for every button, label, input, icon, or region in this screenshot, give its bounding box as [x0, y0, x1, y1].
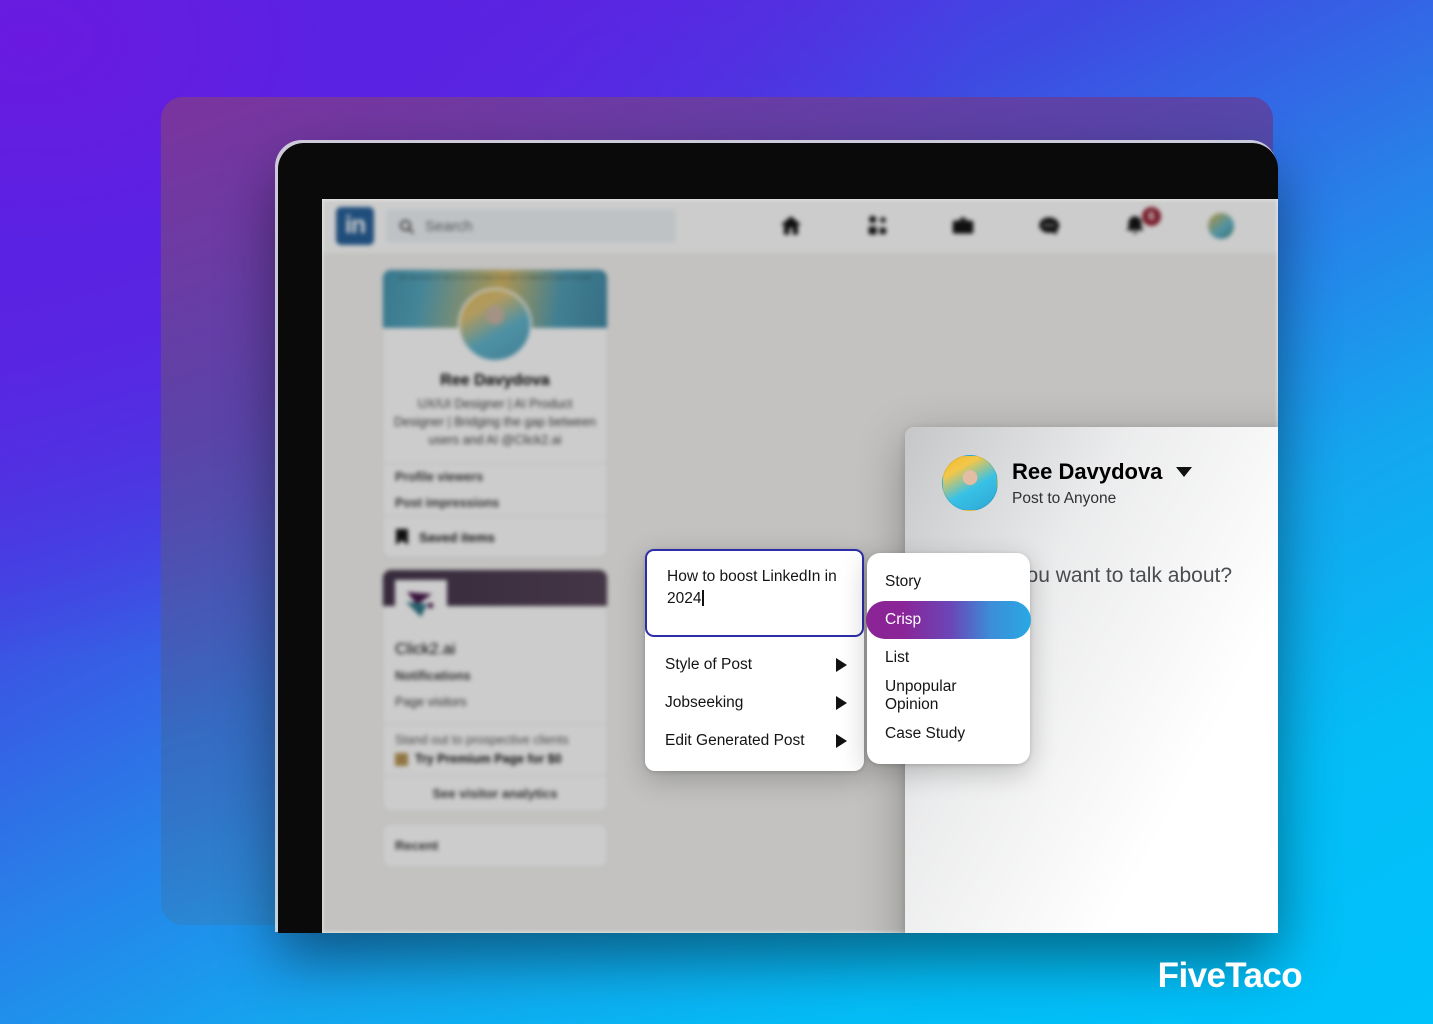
- style-of-post-submenu: Story Crisp List Unpopular Opinion Case …: [866, 553, 1031, 764]
- text-cursor: [702, 590, 704, 606]
- chevron-right-icon: [836, 696, 847, 710]
- submenu-item-label: Story: [885, 573, 922, 590]
- generator-menu-list: Style of Post Jobseeking Edit Generated …: [645, 637, 864, 771]
- home-icon: [780, 216, 802, 235]
- compose-author-row[interactable]: Ree Davydova: [1012, 458, 1193, 485]
- company-name: Click2.ai: [395, 641, 456, 659]
- recent-card: Recent: [382, 823, 608, 869]
- profile-card: THE PRESSURE OF ONE OF US IN ON ANALYTIC…: [382, 269, 608, 559]
- profile-headline: UX/UI Designer | AI Product Designer | B…: [394, 397, 596, 448]
- linkedin-logo-icon[interactable]: in: [336, 207, 374, 245]
- stat-post-impressions[interactable]: Post impressions: [383, 490, 607, 516]
- premium-badge-icon: [395, 752, 408, 766]
- compose-header: Ree Davydova Post to Anyone: [905, 427, 1278, 511]
- nav-home[interactable]: [778, 213, 804, 239]
- compose-audience[interactable]: Post to Anyone: [1012, 490, 1192, 508]
- company-visitors-row[interactable]: Page visitors: [395, 689, 595, 715]
- compose-author-name: Ree Davydova: [1012, 458, 1163, 484]
- menu-item-jobseeking[interactable]: Jobseeking: [645, 684, 864, 722]
- company-notifications-row[interactable]: Notifications: [395, 663, 595, 689]
- topic-input-value: How to boost LinkedIn in 2024: [667, 568, 837, 607]
- submenu-item-list[interactable]: List: [867, 639, 1030, 677]
- click2ai-logo-icon: [406, 592, 433, 618]
- stat-label: Profile viewers: [395, 470, 484, 485]
- submenu-item-label: List: [885, 649, 910, 666]
- compose-avatar[interactable]: [942, 455, 998, 511]
- search-placeholder: Search: [425, 217, 473, 235]
- premium-promo: Stand out to prospective clients Try Pre…: [383, 724, 607, 775]
- company-logo[interactable]: [395, 580, 447, 633]
- row-label: Notifications: [395, 669, 471, 684]
- search-input[interactable]: Search: [386, 209, 676, 243]
- messaging-icon: [1039, 217, 1060, 235]
- promo-cta-label: Try Premium Page for $0: [415, 752, 562, 767]
- topic-input[interactable]: How to boost LinkedIn in 2024: [645, 549, 864, 637]
- company-stats: Notifications Page visitors: [383, 659, 607, 723]
- row-label: Page visitors: [395, 695, 467, 710]
- promo-cta[interactable]: Try Premium Page for $0: [395, 752, 595, 766]
- menu-item-label: Edit Generated Post: [665, 732, 805, 749]
- linkedin-nav: 6: [778, 207, 1264, 239]
- linkedin-left-rail: THE PRESSURE OF ONE OF US IN ON ANALYTIC…: [382, 269, 608, 879]
- profile-name: Ree Davydova: [440, 372, 550, 389]
- nav-me[interactable]: [1208, 213, 1234, 239]
- submenu-item-label: Unpopular Opinion: [885, 678, 957, 713]
- submenu-item-case-study[interactable]: Case Study: [867, 715, 1030, 753]
- nav-notifications[interactable]: 6: [1122, 207, 1161, 239]
- submenu-item-story[interactable]: Story: [867, 563, 1030, 601]
- recent-label: Recent: [395, 838, 439, 854]
- nav-messaging[interactable]: [1036, 213, 1062, 239]
- search-icon: [399, 219, 414, 234]
- menu-item-edit-generated-post[interactable]: Edit Generated Post: [645, 722, 864, 760]
- nav-jobs[interactable]: [950, 213, 976, 239]
- menu-item-style-of-post[interactable]: Style of Post: [645, 646, 864, 684]
- laptop-frame: in Search 6 THE PRESSURE OF ONE OF US IN…: [278, 143, 1278, 933]
- nav-network[interactable]: [864, 213, 890, 239]
- fivetaco-watermark: FiveTaco: [1157, 956, 1303, 995]
- submenu-item-crisp[interactable]: Crisp: [866, 601, 1031, 639]
- submenu-item-label: Case Study: [885, 725, 966, 742]
- submenu-item-unpopular-opinion[interactable]: Unpopular Opinion: [867, 677, 1030, 715]
- submenu-item-label: Crisp: [885, 611, 922, 628]
- chevron-down-icon[interactable]: [1176, 466, 1193, 477]
- compose-identity: Ree Davydova Post to Anyone: [1012, 458, 1193, 508]
- promo-text: Stand out to prospective clients: [395, 733, 569, 748]
- linkedin-topbar: in Search 6: [322, 199, 1278, 253]
- generator-menu: How to boost LinkedIn in 2024 Style of P…: [645, 549, 864, 771]
- chevron-right-icon: [836, 658, 847, 672]
- profile-cover-text: THE PRESSURE OF ONE OF US IN ON ANALYTIC…: [398, 275, 592, 280]
- saved-items-row[interactable]: Saved items: [383, 517, 607, 557]
- profile-avatar[interactable]: [458, 288, 532, 362]
- stat-profile-viewers[interactable]: Profile viewers: [383, 464, 607, 490]
- chevron-right-icon: [836, 734, 847, 748]
- stat-label: Post impressions: [395, 496, 500, 511]
- company-card: Click2.ai Notifications Page visitors St…: [382, 569, 608, 813]
- jobs-icon: [952, 217, 974, 234]
- see-visitor-analytics-button[interactable]: See visitor analytics: [383, 776, 607, 811]
- bookmark-icon: [396, 529, 408, 546]
- notifications-badge: 6: [1142, 207, 1161, 226]
- me-avatar-icon: [1208, 213, 1234, 239]
- network-icon: [868, 215, 887, 235]
- menu-item-label: Style of Post: [665, 656, 753, 673]
- menu-item-label: Jobseeking: [665, 694, 744, 711]
- saved-items-label: Saved items: [419, 529, 495, 545]
